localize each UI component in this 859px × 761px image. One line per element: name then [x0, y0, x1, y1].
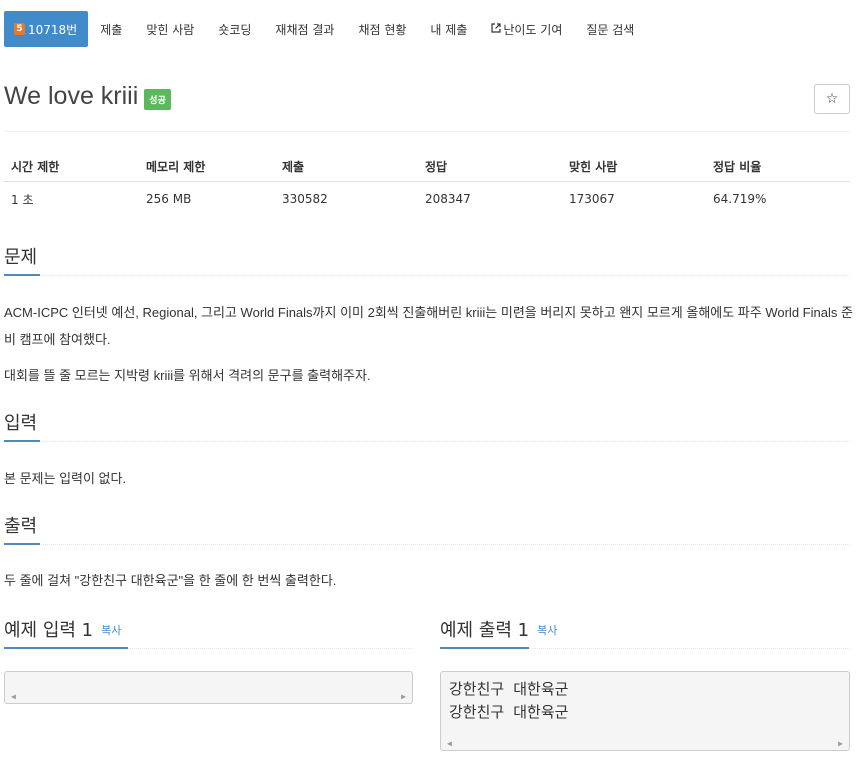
problem-title: We love kriii [4, 82, 139, 110]
value-accepted: 208347 [425, 192, 471, 206]
sample-output-box[interactable]: 강한친구 대한육군 강한친구 대한육군 ◀ ▶ [440, 671, 850, 751]
header-solved-users: 맞힌 사람 [569, 160, 618, 174]
description-paragraph-1: ACM-ICPC 인터넷 예선, Regional, 그리고 World Fin… [4, 305, 853, 347]
value-accept-ratio: 64.719% [713, 192, 767, 206]
description-paragraph-2: 대회를 뜰 줄 모르는 지박령 kriii를 위해서 격려의 문구를 출력해주자… [4, 368, 371, 383]
table-header-row: 시간 제한 메모리 제한 제출 정답 맞힌 사람 정답 비율 [4, 152, 850, 182]
sample-input-box[interactable]: ◀ ▶ [4, 671, 413, 704]
nav-question-search[interactable]: 질문 검색 [574, 11, 646, 47]
section-divider [4, 544, 850, 545]
status-badge: 성공 [144, 89, 171, 110]
scroll-right-icon[interactable]: ▶ [838, 739, 843, 748]
output-description: 두 줄에 걸쳐 "강한친구 대한육군"을 한 줄에 한 번씩 출력한다. [4, 573, 337, 588]
value-submissions: 330582 [282, 192, 328, 206]
header-divider [4, 131, 850, 132]
value-memory-limit: 256 MB [146, 192, 192, 206]
header-submissions: 제출 [282, 160, 305, 174]
nav-rejudge-results[interactable]: 재채점 결과 [263, 11, 346, 47]
nav-solved-users[interactable]: 맞힌 사람 [134, 11, 206, 47]
output-title: 출력 [4, 516, 38, 537]
sample-input-text [5, 672, 412, 678]
scroll-right-icon[interactable]: ▶ [401, 692, 406, 701]
value-solved-users: 173067 [569, 192, 615, 206]
scroll-left-icon[interactable]: ◀ [447, 739, 452, 748]
nav-my-submissions[interactable]: 내 제출 [418, 11, 479, 47]
sample-input-header: 예제 입력 1 복사 [4, 616, 121, 642]
section-divider [4, 441, 850, 442]
difficulty-contribution-label: 난이도 기여 [503, 22, 563, 37]
description-title: 문제 [4, 247, 38, 268]
header-memory-limit: 메모리 제한 [146, 160, 206, 174]
section-underline [4, 543, 40, 545]
star-icon: ☆ [825, 91, 839, 107]
sample-input-title: 예제 입력 1 [4, 620, 94, 641]
copy-output-button[interactable]: 복사 [537, 624, 557, 637]
problem-header: We love kriii 성공 [4, 82, 171, 111]
section-divider [4, 275, 850, 276]
problem-menu: 5 10718번 제출 맞힌 사람 숏코딩 재채점 결과 채점 현황 내 제출 … [4, 11, 646, 47]
external-link-icon [491, 22, 501, 36]
header-accept-ratio: 정답 비율 [713, 160, 762, 174]
table-row: 1 초 256 MB 330582 208347 173067 64.719% [4, 182, 850, 216]
section-underline [4, 647, 128, 649]
section-underline [4, 440, 40, 442]
section-underline [440, 647, 529, 649]
nav-difficulty-contribution[interactable]: 난이도 기여 [479, 11, 574, 47]
favorite-star-button[interactable]: ☆ [814, 84, 850, 114]
nav-judge-status[interactable]: 채점 현황 [346, 11, 418, 47]
tier-badge-icon: 5 [14, 23, 25, 35]
header-accepted: 정답 [425, 160, 448, 174]
scroll-left-icon[interactable]: ◀ [11, 692, 16, 701]
input-title: 입력 [4, 413, 38, 434]
header-time-limit: 시간 제한 [11, 160, 60, 174]
section-underline [4, 274, 40, 276]
nav-problem-number[interactable]: 5 10718번 [4, 11, 89, 47]
nav-submit[interactable]: 제출 [88, 11, 134, 47]
nav-short-coding[interactable]: 숏코딩 [206, 11, 263, 47]
input-description: 본 문제는 입력이 없다. [4, 471, 127, 486]
sample-output-header: 예제 출력 1 복사 [440, 616, 557, 642]
copy-input-button[interactable]: 복사 [101, 624, 121, 637]
problem-info-table: 시간 제한 메모리 제한 제출 정답 맞힌 사람 정답 비율 1 초 256 M… [4, 152, 850, 216]
problem-number-label: 10718번 [28, 22, 78, 37]
sample-output-text: 강한친구 대한육군 강한친구 대한육군 [449, 680, 569, 721]
value-time-limit: 1 초 [11, 192, 34, 207]
sample-output-title: 예제 출력 1 [440, 620, 530, 641]
